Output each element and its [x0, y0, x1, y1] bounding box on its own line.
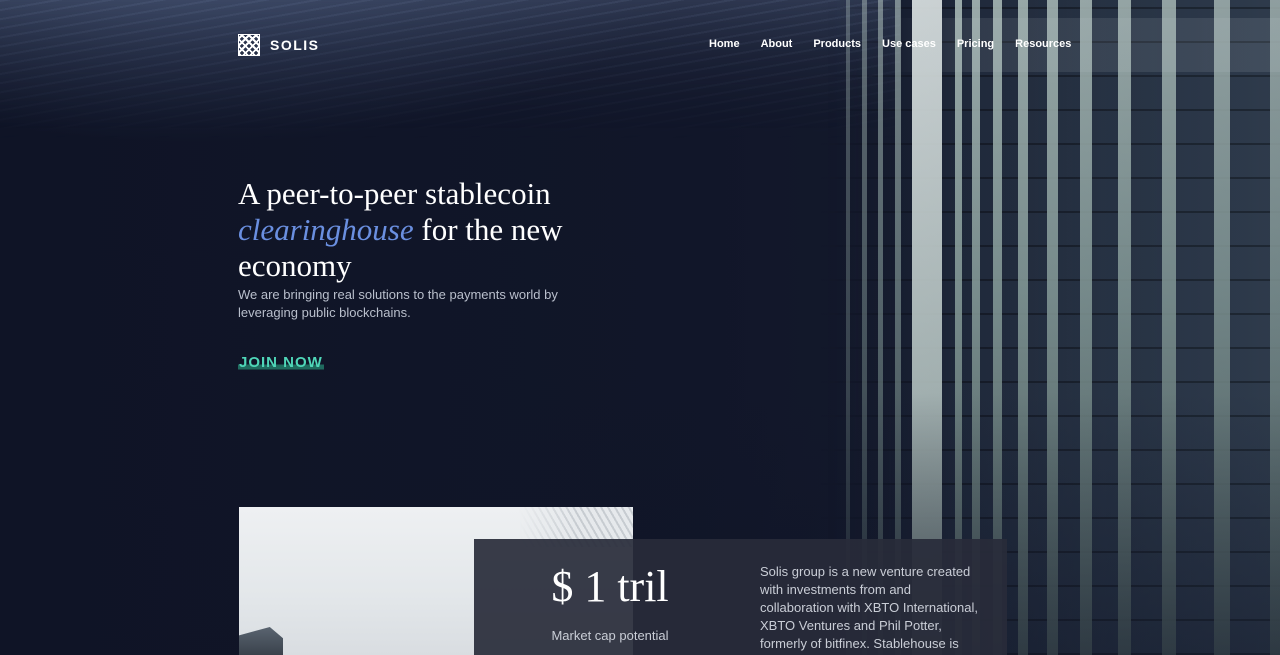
nav-item-products[interactable]: Products [813, 38, 861, 50]
nav-item-about[interactable]: About [761, 38, 793, 50]
join-now-button[interactable]: JOIN NOW [238, 354, 324, 371]
hero-section: A peer-to-peer stablecoin clearinghouse … [238, 176, 638, 322]
hero-title-line1: A peer-to-peer stablecoin [238, 176, 551, 211]
nav-item-resources[interactable]: Resources [1015, 38, 1071, 50]
hero-title-highlight: clearinghouse [238, 212, 414, 247]
photo-roof [239, 627, 283, 655]
main-nav: Home About Products Use cases Pricing Re… [709, 38, 1071, 50]
nav-item-pricing[interactable]: Pricing [957, 38, 994, 50]
hero-title-line2: for the new [421, 212, 563, 247]
nav-item-home[interactable]: Home [709, 38, 740, 50]
hero-title-line3: economy [238, 248, 352, 283]
brand-name: SOLIS [270, 37, 320, 53]
about-description: Solis group is a new venture created wit… [760, 564, 978, 655]
stat-label: Market cap potential [551, 628, 669, 643]
stat-card: $ 1 tril Market cap potential Solis grou… [474, 539, 1007, 655]
woven-square-icon [238, 34, 260, 56]
site-header: SOLIS Home About Products Use cases Pric… [0, 18, 1280, 72]
nav-item-use-cases[interactable]: Use cases [882, 38, 936, 50]
stat-value: $ 1 tril [551, 562, 669, 611]
brand-logo[interactable]: SOLIS [238, 34, 320, 56]
hero-subtitle: We are bringing real solutions to the pa… [238, 287, 558, 320]
hero-title: A peer-to-peer stablecoin clearinghouse … [238, 176, 638, 284]
